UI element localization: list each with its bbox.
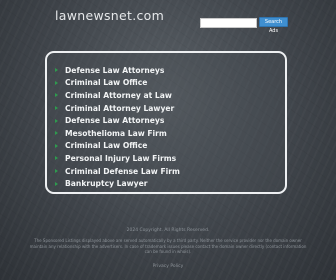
related-link[interactable]: Mesothelioma Law Firm	[65, 129, 167, 138]
related-link[interactable]: Criminal Attorney Lawyer	[65, 104, 174, 113]
related-link[interactable]: Personal Injury Law Firms	[65, 154, 176, 163]
related-link[interactable]: Bankruptcy Lawyer	[65, 179, 148, 188]
bullet-arrow-icon	[55, 143, 58, 148]
privacy-policy-link[interactable]: Privacy Policy	[0, 264, 336, 269]
list-item: Criminal Attorney at Law	[55, 89, 180, 102]
search-input[interactable]	[200, 18, 257, 28]
bullet-arrow-icon	[55, 131, 58, 136]
related-link[interactable]: Defense Law Attorneys	[65, 116, 164, 125]
related-link[interactable]: Criminal Defense Law Firm	[65, 167, 180, 176]
list-item: Mesothelioma Law Firm	[55, 127, 180, 140]
list-item: Criminal Attorney Lawyer	[55, 102, 180, 115]
bullet-arrow-icon	[55, 169, 58, 174]
list-item: Criminal Defense Law Firm	[55, 165, 180, 178]
bullet-arrow-icon	[55, 106, 58, 111]
related-link[interactable]: Criminal Law Office	[65, 141, 147, 150]
bullet-arrow-icon	[55, 80, 58, 85]
list-item: Defense Law Attorneys	[55, 64, 180, 77]
bullet-arrow-icon	[55, 68, 58, 73]
bullet-arrow-icon	[55, 181, 58, 186]
related-links-panel: Defense Law Attorneys Criminal Law Offic…	[45, 51, 287, 194]
bullet-arrow-icon	[55, 156, 58, 161]
bullet-arrow-icon	[55, 93, 58, 98]
domain-title: lawnewsnet.com	[55, 8, 165, 23]
disclaimer-text: The Sponsored Listings displayed above a…	[29, 238, 307, 254]
list-item: Criminal Law Office	[55, 140, 180, 153]
search-button[interactable]: Search Ads	[259, 17, 288, 34]
list-item: Defense Law Attorneys	[55, 114, 180, 127]
related-links-list: Defense Law Attorneys Criminal Law Offic…	[55, 64, 180, 190]
list-item: Bankruptcy Lawyer	[55, 177, 180, 190]
list-item: Personal Injury Law Firms	[55, 152, 180, 165]
related-link[interactable]: Criminal Law Office	[65, 78, 147, 87]
related-link[interactable]: Defense Law Attorneys	[65, 66, 164, 75]
copyright-text: 2024 Copyright. All Rights Reserved.	[126, 228, 210, 233]
list-item: Criminal Law Office	[55, 77, 180, 90]
bullet-arrow-icon	[55, 118, 58, 123]
related-link[interactable]: Criminal Attorney at Law	[65, 91, 172, 100]
